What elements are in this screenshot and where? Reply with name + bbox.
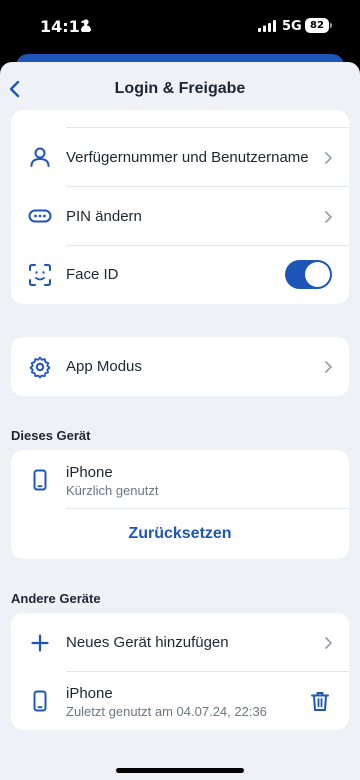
section-header-other-devices: Andere Geräte <box>11 591 101 606</box>
battery-icon: 82 <box>305 18 329 33</box>
security-card: Verfügernummer und Benutzername PIN ände… <box>11 110 349 304</box>
chevron-right-icon <box>325 361 332 373</box>
toggle-knob <box>305 262 330 287</box>
hidden-row-stub <box>11 110 349 128</box>
signal-icon <box>258 20 276 32</box>
status-bar: 14:11 5G 82 <box>0 0 360 54</box>
row-this-device: iPhone Kürzlich genutzt <box>11 450 349 509</box>
pin-dots-icon <box>28 209 52 223</box>
device-name: iPhone <box>66 464 113 481</box>
row-label: PIN ändern <box>66 208 142 225</box>
face-id-icon <box>29 264 51 286</box>
home-indicator <box>116 768 244 773</box>
this-device-card: iPhone Kürzlich genutzt Zurücksetzen <box>11 450 349 559</box>
face-id-toggle[interactable] <box>285 260 332 289</box>
row-label: Verfügernummer und Benutzername <box>66 149 309 166</box>
chevron-right-icon <box>325 211 332 223</box>
section-header-this-device: Dieses Gerät <box>11 428 91 443</box>
device-name: iPhone <box>66 685 113 702</box>
modal-sheet: Login & Freigabe Verfügernummer und Benu… <box>0 62 360 780</box>
row-label: Face ID <box>66 266 119 283</box>
person-icon <box>30 147 50 167</box>
row-face-id: Face ID <box>11 246 349 304</box>
trash-icon[interactable] <box>308 689 332 713</box>
other-devices-card: Neues Gerät hinzufügen iPhone Zuletzt ge… <box>11 613 349 730</box>
chevron-right-icon <box>325 637 332 649</box>
device-status: Zuletzt genutzt am 04.07.24, 22:36 <box>66 704 267 719</box>
row-account-number[interactable]: Verfügernummer und Benutzername <box>11 128 349 187</box>
row-label: Neues Gerät hinzufügen <box>66 634 229 651</box>
row-app-mode[interactable]: App Modus <box>11 337 349 396</box>
reset-button[interactable]: Zurücksetzen <box>11 525 349 543</box>
network-label: 5G <box>282 19 302 34</box>
battery-tip <box>330 23 332 28</box>
person-status-icon <box>81 19 91 31</box>
chevron-right-icon <box>325 152 332 164</box>
row-label: App Modus <box>66 358 142 375</box>
row-add-device[interactable]: Neues Gerät hinzufügen <box>11 613 349 672</box>
row-other-device: iPhone Zuletzt genutzt am 04.07.24, 22:3… <box>11 672 349 730</box>
gear-icon <box>29 356 51 379</box>
app-mode-card: App Modus <box>11 337 349 396</box>
phone-icon <box>33 469 47 491</box>
page-title: Login & Freigabe <box>114 80 246 97</box>
row-change-pin[interactable]: PIN ändern <box>11 187 349 246</box>
device-status: Kürzlich genutzt <box>66 483 159 498</box>
phone-icon <box>33 690 47 712</box>
nav-bar: Login & Freigabe <box>0 62 360 116</box>
plus-icon <box>31 634 49 652</box>
